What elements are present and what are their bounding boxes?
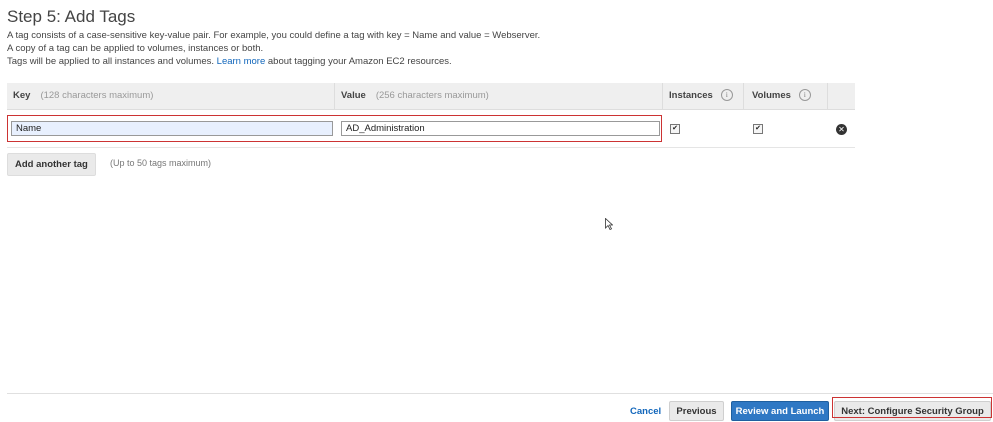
header-instances: Instances i — [669, 83, 733, 109]
column-divider — [743, 83, 744, 109]
tag-key-input[interactable]: Name — [11, 121, 333, 136]
column-divider — [334, 83, 335, 109]
header-volumes: Volumes i — [752, 83, 811, 109]
cancel-link[interactable]: Cancel — [630, 406, 661, 417]
info-icon[interactable]: i — [720, 89, 733, 102]
footer-divider — [7, 393, 993, 394]
previous-button[interactable]: Previous — [669, 401, 724, 421]
description-line-2: A copy of a tag can be applied to volume… — [7, 43, 264, 54]
description-text: Tags will be applied to all instances an… — [7, 56, 215, 67]
table-header: Key (128 characters maximum) Value (256 ch… — [7, 83, 855, 110]
header-key-label: Key — [13, 90, 31, 101]
info-icon[interactable]: i — [798, 89, 811, 102]
header-key: Key (128 characters maximum) — [13, 83, 153, 109]
tag-value-input[interactable]: AD_Administration — [341, 121, 660, 136]
highlight-box — [832, 397, 992, 418]
volumes-checkbox[interactable]: ✔ — [753, 124, 763, 134]
table-row: Name AD_Administration ✔ ✔ ✕ — [7, 110, 855, 148]
header-key-hint: (128 characters maximum) — [40, 90, 154, 101]
add-tag-hint: (Up to 50 tags maximum) — [110, 158, 212, 168]
remove-tag-icon[interactable]: ✕ — [836, 124, 847, 135]
column-divider — [662, 83, 663, 109]
header-value: Value (256 characters maximum) — [341, 83, 489, 109]
column-divider — [827, 83, 828, 109]
header-value-label: Value — [341, 90, 366, 101]
page-title: Step 5: Add Tags — [7, 7, 136, 26]
header-instances-label: Instances — [669, 90, 713, 101]
header-volumes-label: Volumes — [752, 90, 791, 101]
description-line-3: Tags will be applied to all instances an… — [7, 56, 452, 67]
description-text-after: about tagging your Amazon EC2 resources. — [267, 56, 452, 67]
review-and-launch-button[interactable]: Review and Launch — [731, 401, 829, 421]
learn-more-link[interactable]: Learn more — [217, 56, 266, 67]
description-line-1: A tag consists of a case-sensitive key-v… — [7, 30, 541, 41]
instances-checkbox[interactable]: ✔ — [670, 124, 680, 134]
tags-table: Key (128 characters maximum) Value (256 ch… — [7, 83, 855, 148]
add-another-tag-button[interactable]: Add another tag — [7, 153, 96, 176]
header-value-hint: (256 characters maximum) — [375, 90, 489, 101]
mouse-cursor-icon — [605, 218, 613, 230]
